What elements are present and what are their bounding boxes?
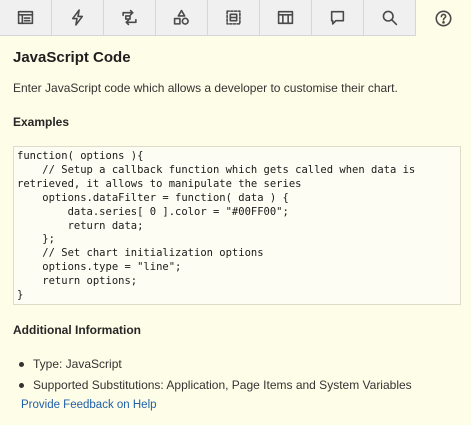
help-description: Enter JavaScript code which allows a dev… bbox=[13, 81, 398, 95]
tab-shared-components[interactable] bbox=[156, 0, 208, 35]
comment-icon bbox=[330, 10, 345, 25]
tab-comments[interactable] bbox=[312, 0, 364, 35]
help-toolbar bbox=[0, 0, 471, 37]
code-example: function( options ){ // Setup a callback… bbox=[13, 146, 461, 305]
tab-region[interactable] bbox=[208, 0, 260, 35]
search-icon bbox=[382, 10, 398, 26]
properties-icon bbox=[17, 10, 34, 25]
help-icon bbox=[435, 9, 452, 27]
tab-search[interactable] bbox=[364, 0, 416, 35]
tab-properties[interactable] bbox=[0, 0, 52, 35]
page-title: JavaScript Code bbox=[13, 49, 131, 66]
region-icon bbox=[226, 10, 241, 25]
tab-help[interactable] bbox=[416, 0, 471, 37]
tab-dynamic-actions[interactable] bbox=[52, 0, 104, 35]
list-item: Supported Substitutions: Application, Pa… bbox=[19, 375, 412, 396]
examples-heading: Examples bbox=[13, 115, 70, 129]
additional-info-list: Type: JavaScript Supported Substitutions… bbox=[19, 354, 412, 396]
tab-processing[interactable] bbox=[104, 0, 156, 35]
feedback-link[interactable]: Provide Feedback on Help bbox=[21, 399, 157, 411]
tab-layout[interactable] bbox=[260, 0, 312, 35]
lightning-icon bbox=[71, 9, 84, 26]
processing-icon bbox=[122, 9, 137, 26]
layout-icon bbox=[277, 10, 294, 25]
additional-info-heading: Additional Information bbox=[13, 323, 141, 337]
list-item: Type: JavaScript bbox=[19, 354, 412, 375]
shapes-icon bbox=[173, 9, 189, 25]
